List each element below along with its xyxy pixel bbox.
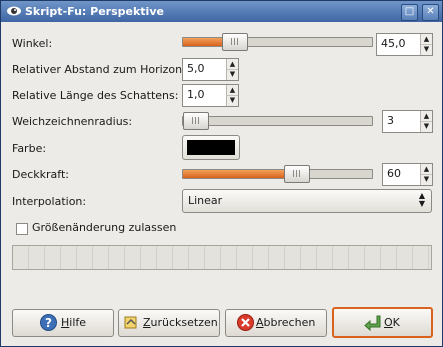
help-button-label: Hilfe [61,316,87,329]
ok-arrow-icon [364,315,381,331]
window-title: Skript-Fu: Perspektive [25,5,164,18]
deckkraft-label: Deckkraft: [12,168,69,181]
winkel-spinbutton[interactable]: 45,0 ▲ ▼ [376,33,433,56]
weichzeichnen-spin-arrows[interactable]: ▲ ▼ [420,111,432,132]
deckkraft-value: 60 [387,167,401,180]
close-button[interactable]: ✕ [422,4,439,21]
abstand-value: 5,0 [187,62,205,75]
weichzeichnen-spinbutton[interactable]: 3 ▲ ▼ [382,110,433,133]
resize-checkbox-label[interactable]: Größenänderung zulassen [32,221,176,234]
resize-checkbox[interactable] [16,223,28,235]
winkel-spin-arrows[interactable]: ▲ ▼ [420,34,432,55]
spin-down-icon[interactable]: ▼ [421,121,432,131]
maximize-button[interactable]: □ [401,4,418,21]
maximize-icon: □ [404,6,415,17]
deckkraft-slider-fill [183,170,297,178]
cancel-x-icon [237,314,254,331]
cancel-button-label: Abbrechen [256,316,316,329]
gimp-eye-icon [7,6,21,16]
deckkraft-slider-thumb[interactable] [284,165,311,183]
ok-button[interactable]: OK [332,307,433,338]
help-button[interactable]: ? Hilfe [12,309,114,337]
laenge-spinbutton[interactable]: 1,0 ▲ ▼ [182,84,239,107]
color-swatch [187,140,235,155]
weichzeichnen-slider[interactable] [182,112,373,130]
weichzeichnen-label: Weichzeichnenradius: [12,115,133,128]
spin-down-icon[interactable]: ▼ [421,44,432,54]
weichzeichnen-slider-thumb[interactable] [183,112,209,130]
winkel-slider[interactable] [182,33,373,51]
ok-button-label: OK [384,316,400,329]
title-bar[interactable]: Skript-Fu: Perspektive □ ✕ [1,1,442,22]
abstand-label: Relativer Abstand zum Horizont: [12,63,191,76]
help-question-icon: ? [40,314,57,331]
cancel-button[interactable]: Abbrechen [225,309,327,337]
laenge-label: Relative Länge des Schattens: [12,89,179,102]
close-icon: ✕ [426,6,435,17]
reset-button-label: Zurücksetzen [143,316,218,329]
combo-updown-icon: ▲ ▼ [418,191,425,208]
winkel-slider-thumb[interactable] [222,33,249,51]
winkel-value: 45,0 [381,37,406,50]
spin-down-icon[interactable]: ▼ [227,95,238,105]
reset-button[interactable]: Zurücksetzen [118,309,220,337]
abstand-spin-arrows[interactable]: ▲ ▼ [226,59,238,80]
deckkraft-spin-arrows[interactable]: ▲ ▼ [420,164,432,185]
interpolation-label: Interpolation: [12,195,87,208]
winkel-label: Winkel: [12,37,53,50]
farbe-label: Farbe: [12,142,47,155]
interpolation-combo[interactable]: Linear ▲ ▼ [182,189,432,213]
color-button[interactable] [182,135,240,160]
deckkraft-slider[interactable] [182,165,373,183]
laenge-value: 1,0 [187,88,205,101]
interpolation-value: Linear [188,194,223,207]
progress-bar [12,245,432,270]
weichzeichnen-value: 3 [387,114,394,127]
svg-text:?: ? [45,316,52,330]
spin-down-icon[interactable]: ▼ [227,69,238,79]
reset-icon [124,316,137,329]
spin-down-icon[interactable]: ▼ [421,174,432,184]
laenge-spin-arrows[interactable]: ▲ ▼ [226,85,238,106]
dialog-window: Skript-Fu: Perspektive □ ✕ Winkel: 45,0 … [0,0,443,347]
abstand-spinbutton[interactable]: 5,0 ▲ ▼ [182,58,239,81]
deckkraft-spinbutton[interactable]: 60 ▲ ▼ [382,163,433,186]
